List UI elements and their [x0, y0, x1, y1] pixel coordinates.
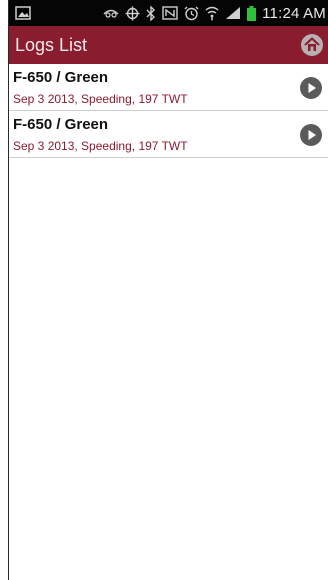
wifi-icon: [205, 5, 219, 21]
bluetooth-icon: [146, 5, 156, 21]
log-subtitle: Sep 3 2013, Speeding, 197 TWT: [13, 92, 188, 106]
action-bar: Logs List: [9, 26, 328, 64]
alarm-icon: [184, 6, 199, 21]
log-title: F-650 / Green: [13, 116, 109, 133]
phone-screen: 11:24 AM Logs List F-650 / Green Sep 3 2…: [8, 0, 328, 580]
play-icon[interactable]: [300, 124, 322, 146]
page-title: Logs List: [15, 34, 88, 55]
image-icon: [15, 6, 31, 20]
nfc-icon: [162, 6, 178, 20]
play-icon[interactable]: [300, 77, 322, 99]
log-subtitle: Sep 3 2013, Speeding, 197 TWT: [13, 139, 188, 153]
status-time: 11:24 AM: [262, 4, 326, 22]
signal-icon: [225, 6, 241, 20]
eye-icon: [103, 7, 119, 19]
status-bar: 11:24 AM: [9, 0, 328, 26]
battery-icon: [247, 5, 257, 21]
list-item[interactable]: F-650 / Green Sep 3 2013, Speeding, 197 …: [9, 111, 328, 158]
list-item[interactable]: F-650 / Green Sep 3 2013, Speeding, 197 …: [9, 64, 328, 111]
home-icon[interactable]: [300, 33, 324, 57]
gps-icon: [125, 6, 140, 21]
log-title: F-650 / Green: [13, 69, 109, 86]
logs-list: F-650 / Green Sep 3 2013, Speeding, 197 …: [9, 64, 328, 158]
